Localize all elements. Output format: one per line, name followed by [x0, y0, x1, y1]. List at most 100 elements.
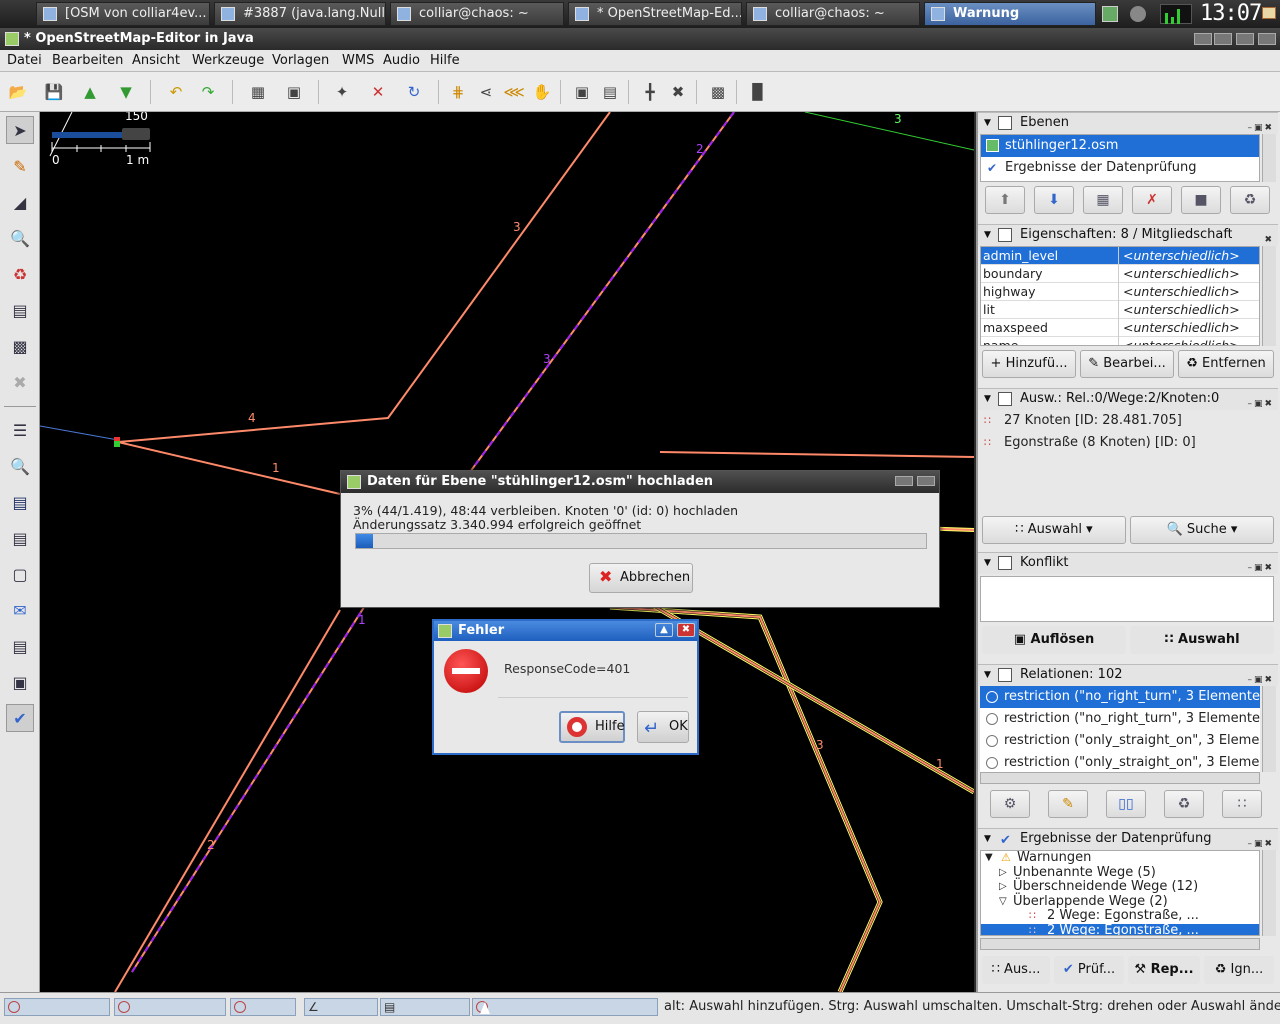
bus-icon[interactable]: ▤ [598, 80, 622, 104]
wireframe-icon[interactable]: ✦ [330, 80, 354, 104]
tree-node[interactable]: ∷ 2 Wege: Egonstraße, ... [981, 923, 1259, 935]
zoom-slider-knob[interactable] [122, 128, 150, 140]
tree-node[interactable]: ▷ Überschneidende Wege (12) [981, 879, 1259, 895]
tray-network-icon[interactable] [1130, 6, 1146, 22]
selection-item[interactable]: ∷ 27 Knoten [ID: 28.481.705] [980, 410, 1274, 432]
download-icon[interactable]: ▼ [114, 80, 138, 104]
relation-edit-icon[interactable]: ✎ [1048, 790, 1088, 818]
properties-toggle-icon[interactable]: 🔍 [6, 452, 34, 480]
property-row[interactable]: name <unterschiedlich> [981, 337, 1259, 345]
property-row[interactable]: highway <unterschiedlich> [981, 283, 1259, 301]
commands-toggle-icon[interactable]: ▤ [6, 632, 34, 660]
filter-toggle-icon[interactable]: ▢ [6, 560, 34, 588]
validation-fix-button[interactable]: ⚒ Rep... [1128, 956, 1200, 984]
join-icon[interactable]: ⋖ [474, 80, 498, 104]
dialog-maximize-button[interactable] [917, 476, 935, 486]
relation-delete-icon[interactable]: ♻ [1164, 790, 1204, 818]
menu-werkzeuge[interactable]: Werkzeuge [192, 53, 264, 68]
shade-button[interactable] [1214, 33, 1232, 45]
toggle-visibility-icon[interactable]: ✗ [1132, 186, 1172, 214]
validation-select-button[interactable]: ∷ Aus... [982, 956, 1050, 984]
validation-hscroll[interactable] [980, 938, 1260, 950]
tree-node[interactable]: ∷ 2 Wege: Egonstraße, ... [981, 908, 1259, 924]
relation-duplicate-icon[interactable]: ▯▯ [1106, 790, 1146, 818]
relation-item[interactable]: restriction ("no_right_turn", 3 Elemente… [980, 686, 1260, 708]
dialog-raise-button[interactable]: ▲ [655, 623, 673, 637]
activate-layer-icon[interactable]: ▦ [1083, 186, 1123, 214]
cancel-button[interactable]: ✖ Abbrechen [589, 563, 693, 593]
panel-window-buttons[interactable]: –▣✖ [1247, 558, 1274, 578]
add-property-button[interactable]: + Hinzufü... [982, 350, 1076, 378]
tag-tool-icon[interactable]: ⋕ [446, 80, 470, 104]
disabled-tool-icon[interactable]: ✖ [6, 368, 34, 396]
draw-tool-icon[interactable]: ✎ [6, 152, 34, 180]
merge-layer-icon[interactable]: ■ [1181, 186, 1221, 214]
menu-wms[interactable]: WMS [342, 53, 374, 68]
visible-checkbox-icon[interactable] [986, 139, 999, 152]
collapse-icon[interactable]: ▼ [984, 671, 994, 680]
task-ticket[interactable]: #3887 (java.lang.Null... [214, 2, 386, 26]
relation-item[interactable]: restriction ("only_straight_on", 3 Eleme… [980, 752, 1260, 772]
conflict-panel-header[interactable]: ▼ Konflikt –▣✖ [978, 552, 1278, 574]
task-terminal-2[interactable]: colliar@chaos: ~ [746, 2, 920, 26]
preferences-icon[interactable]: ▦ [246, 80, 270, 104]
save-icon[interactable]: 💾 [42, 80, 66, 104]
selection-select-button[interactable]: ∷ Auswahl ▾ [982, 516, 1126, 544]
expand-icon[interactable]: ▼ [985, 851, 993, 866]
menu-vorlagen[interactable]: Vorlagen [272, 53, 329, 68]
properties-scrollbar[interactable] [1262, 246, 1276, 346]
relation-settings-icon[interactable]: ⚙ [990, 790, 1030, 818]
validation-ignore-button[interactable]: ♻ Ign... [1204, 956, 1274, 984]
redo-icon[interactable]: ↷ [196, 80, 220, 104]
open-icon[interactable]: 📂 [6, 80, 30, 104]
car-icon[interactable]: ▣ [570, 80, 594, 104]
property-row[interactable]: lit <unterschiedlich> [981, 301, 1259, 319]
layers-scrollbar[interactable] [1262, 134, 1276, 182]
property-row[interactable]: admin_level <unterschiedlich> [981, 247, 1259, 265]
collapse-icon[interactable]: ▼ [984, 835, 994, 844]
task-osm-mail[interactable]: [OSM von colliar4ev... [36, 2, 210, 26]
improve-way-icon[interactable]: ◢ [6, 188, 34, 216]
chart-icon[interactable]: ▉ [746, 80, 770, 104]
close-window-button[interactable] [1258, 33, 1276, 45]
menu-ansicht[interactable]: Ansicht [132, 53, 180, 68]
layer-item[interactable]: stühlinger12.osm [981, 135, 1259, 157]
menu-bearbeiten[interactable]: Bearbeiten [52, 53, 123, 68]
remove-property-button[interactable]: ♻ Entfernen [1178, 350, 1274, 378]
relation-select-icon[interactable]: ∷ [1222, 790, 1262, 818]
dialog-minimize-button[interactable] [895, 476, 913, 486]
fullscreen-icon[interactable]: ▣ [282, 80, 306, 104]
dialog-close-button[interactable]: ✖ [677, 623, 695, 637]
reverse-icon[interactable]: ↻ [402, 80, 426, 104]
vehicle-icon[interactable]: ▩ [706, 80, 730, 104]
expand-icon[interactable]: ▷ [999, 866, 1007, 881]
hand-icon[interactable]: ✋ [530, 80, 554, 104]
select-tool-icon[interactable]: ➤ [6, 116, 34, 144]
move-down-icon[interactable]: ⬇ [1034, 186, 1074, 214]
conflict-select-button[interactable]: ∷ Auswahl [1130, 626, 1274, 654]
relations-hscroll[interactable] [980, 772, 1260, 784]
layers-panel-header[interactable]: ▼ Ebenen –▣✖ [978, 112, 1278, 134]
selection-item[interactable]: ∷ Egonstraße (8 Knoten) [ID: 0] [980, 432, 1274, 454]
collapse-icon[interactable]: ▼ [984, 559, 994, 568]
tray-app-icon[interactable] [1102, 6, 1118, 22]
property-row[interactable]: maxspeed <unterschiedlich> [981, 319, 1259, 337]
help-button[interactable]: Hilfe [559, 711, 625, 743]
resolve-button[interactable]: ▣ Auflösen [982, 626, 1126, 654]
move-up-icon[interactable]: ⬆ [985, 186, 1025, 214]
clock[interactable]: 13:07 [1200, 0, 1262, 28]
delete-tool-icon[interactable]: ♻ [6, 260, 34, 288]
property-row[interactable]: boundary <unterschiedlich> [981, 265, 1259, 283]
layers-toggle-icon[interactable]: ☰ [6, 416, 34, 444]
relation-item[interactable]: restriction ("no_right_turn", 3 Elemente… [980, 708, 1260, 730]
conflict-toggle-icon[interactable]: ✉ [6, 596, 34, 624]
tree-node[interactable]: ▽ Überlappende Wege (2) [981, 894, 1259, 910]
merge-icon[interactable]: ⋘ [502, 80, 526, 104]
close-icon[interactable]: ✖ [666, 80, 690, 104]
mail-icon[interactable] [1262, 7, 1276, 19]
relations-panel-header[interactable]: ▼ Relationen: 102 –▣✖ [978, 664, 1278, 686]
task-josm[interactable]: * OpenStreetMap-Ed... [568, 2, 742, 26]
edit-property-button[interactable]: ✎ Bearbei... [1080, 350, 1174, 378]
menu-hilfe[interactable]: Hilfe [430, 53, 460, 68]
undo-icon[interactable]: ↶ [164, 80, 188, 104]
